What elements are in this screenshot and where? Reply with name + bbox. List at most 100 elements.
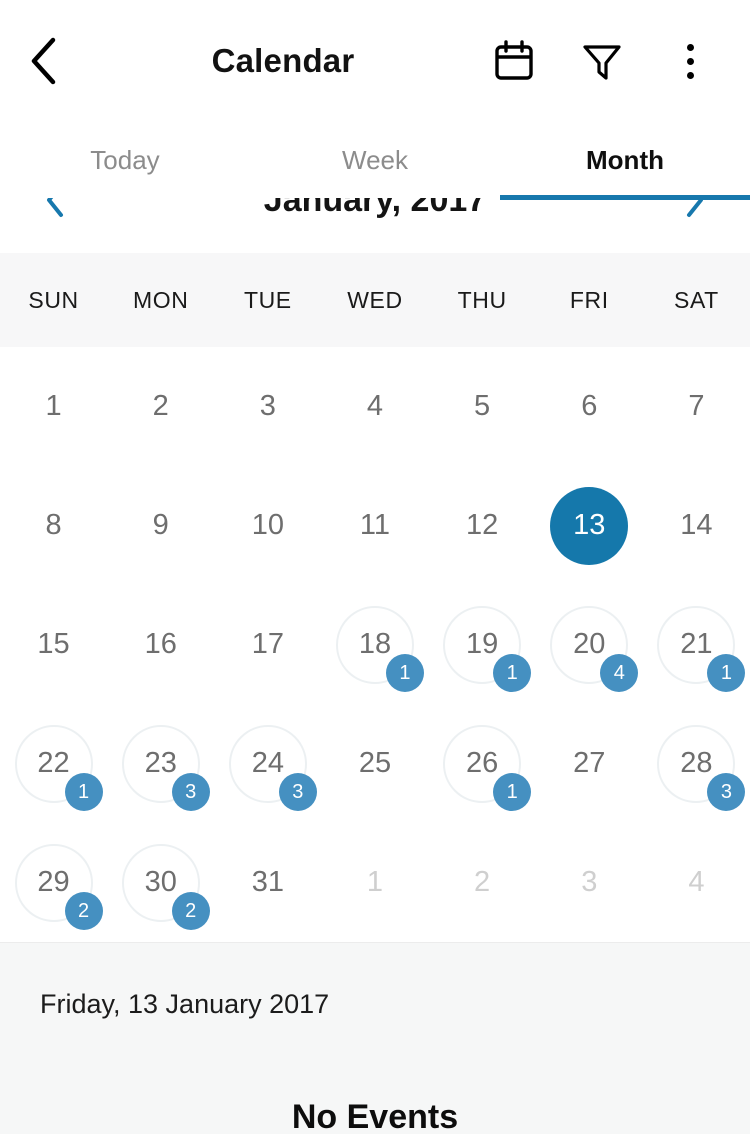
day-circle: 27 — [550, 725, 628, 803]
day-cell-8[interactable]: 8 — [0, 466, 107, 585]
back-button[interactable] — [0, 0, 86, 122]
day-circle: 15 — [15, 606, 93, 684]
calendar-icon — [494, 40, 534, 82]
weekday-thu: THU — [457, 286, 507, 313]
day-cell-21[interactable]: 21 1 — [643, 585, 750, 704]
day-number: 2 — [152, 390, 169, 422]
tab-week-label: Week — [342, 144, 408, 175]
day-circle: 24 3 — [228, 724, 317, 811]
day-circle: 7 — [657, 368, 735, 446]
day-cell-26[interactable]: 26 1 — [429, 704, 536, 823]
day-cell-24[interactable]: 24 3 — [214, 704, 321, 823]
day-cell-12[interactable]: 12 — [429, 466, 536, 585]
week-row: 29 2 30 2 31 1 2 3 4 — [0, 823, 750, 942]
view-tabs: Today Week Month — [0, 122, 750, 200]
day-circle: 14 — [657, 487, 735, 565]
event-count-badge: 4 — [600, 653, 639, 692]
tab-today-label: Today — [90, 144, 160, 175]
day-cell-31[interactable]: 31 — [214, 823, 321, 942]
event-count-badge: 2 — [64, 891, 103, 930]
day-cell-10[interactable]: 10 — [214, 466, 321, 585]
day-cell-28[interactable]: 28 3 — [643, 704, 750, 823]
day-cell-14[interactable]: 14 — [643, 466, 750, 585]
day-number: 9 — [152, 509, 169, 541]
day-cell-17[interactable]: 17 — [214, 585, 321, 704]
day-cell-2-adjacent[interactable]: 2 — [429, 823, 536, 942]
tab-month[interactable]: Month — [500, 122, 750, 200]
day-number: 5 — [474, 390, 491, 422]
day-cell-4-adjacent[interactable]: 4 — [643, 823, 750, 942]
tab-month-label: Month — [586, 144, 664, 175]
day-circle: 5 — [443, 368, 521, 446]
day-cell-11[interactable]: 11 — [321, 466, 428, 585]
day-number: 21 — [680, 628, 713, 660]
weekday-wed: WED — [347, 286, 403, 313]
day-circle: 3 — [550, 844, 628, 922]
day-circle: 31 — [229, 844, 307, 922]
filter-funnel-icon — [581, 40, 623, 82]
day-cell-29[interactable]: 29 2 — [0, 823, 107, 942]
day-cell-1-adjacent[interactable]: 1 — [321, 823, 428, 942]
day-cell-9[interactable]: 9 — [107, 466, 214, 585]
day-number: 3 — [259, 390, 276, 422]
day-number: 18 — [358, 628, 392, 660]
day-number: 14 — [680, 509, 713, 541]
week-row: 15 16 17 18 1 19 1 20 4 21 1 — [0, 585, 750, 704]
day-cell-25[interactable]: 25 — [321, 704, 428, 823]
month-day-grid: 1 2 3 4 5 6 7 8 9 10 11 12 13 14 15 16 17 18 1 19 1 20 4 21 1 22 1… — [0, 347, 750, 942]
day-number: 7 — [688, 390, 705, 422]
day-cell-5[interactable]: 5 — [429, 347, 536, 466]
day-cell-3-adjacent[interactable]: 3 — [536, 823, 643, 942]
day-number: 29 — [37, 866, 70, 898]
day-cell-2[interactable]: 2 — [107, 347, 214, 466]
day-cell-7[interactable]: 7 — [643, 347, 750, 466]
day-cell-1[interactable]: 1 — [0, 347, 107, 466]
day-circle: 2 — [122, 368, 200, 446]
day-circle: 8 — [15, 487, 93, 565]
day-number: 15 — [37, 628, 70, 660]
day-cell-16[interactable]: 16 — [107, 585, 214, 704]
week-row: 22 1 23 3 24 3 25 26 1 27 28 3 — [0, 704, 750, 823]
more-vertical-icon — [686, 43, 694, 79]
day-number: 6 — [581, 390, 598, 422]
day-cell-3[interactable]: 3 — [214, 347, 321, 466]
day-number: 13 — [573, 509, 606, 541]
weekday-fri: FRI — [569, 286, 609, 313]
weekday-mon: MON — [132, 286, 189, 313]
day-circle: 4 — [657, 844, 735, 922]
day-number: 4 — [688, 866, 705, 898]
filter-button[interactable] — [558, 0, 646, 122]
day-cell-19[interactable]: 19 1 — [429, 585, 536, 704]
day-cell-23[interactable]: 23 3 — [107, 704, 214, 823]
events-pane: Friday, 13 January 2017 No Events — [0, 942, 750, 1134]
tab-week[interactable]: Week — [250, 122, 500, 198]
selected-day: 13 — [550, 486, 629, 565]
day-cell-22[interactable]: 22 1 — [0, 704, 107, 823]
today-calendar-button[interactable] — [470, 0, 558, 122]
day-cell-20[interactable]: 20 4 — [536, 585, 643, 704]
weekday-tue: TUE — [243, 286, 292, 313]
overflow-menu-button[interactable] — [646, 0, 734, 122]
day-number: 25 — [358, 747, 392, 779]
day-cell-6[interactable]: 6 — [536, 347, 643, 466]
day-cell-15[interactable]: 15 — [0, 585, 107, 704]
weekday-header: SUN MON TUE WED THU FRI SAT — [0, 253, 750, 347]
no-events-message: No Events — [291, 1098, 459, 1134]
day-circle: 9 — [122, 487, 200, 565]
day-circle: 16 — [122, 606, 200, 684]
day-cell-18[interactable]: 18 1 — [321, 585, 428, 704]
day-number: 24 — [251, 747, 284, 779]
event-count-badge: 3 — [278, 772, 317, 811]
day-number: 27 — [573, 747, 606, 779]
selected-date-label: Friday, 13 January 2017 — [40, 989, 330, 1019]
day-cell-27[interactable]: 27 — [536, 704, 643, 823]
day-number: 3 — [581, 866, 598, 898]
week-row: 8 9 10 11 12 13 14 — [0, 466, 750, 585]
event-count-badge: 1 — [64, 772, 103, 811]
day-circle: 29 2 — [14, 843, 103, 930]
day-circle: 18 1 — [335, 605, 424, 692]
day-cell-4[interactable]: 4 — [321, 347, 428, 466]
tab-today[interactable]: Today — [0, 122, 250, 198]
day-cell-13[interactable]: 13 — [536, 466, 643, 585]
day-cell-30[interactable]: 30 2 — [107, 823, 214, 942]
